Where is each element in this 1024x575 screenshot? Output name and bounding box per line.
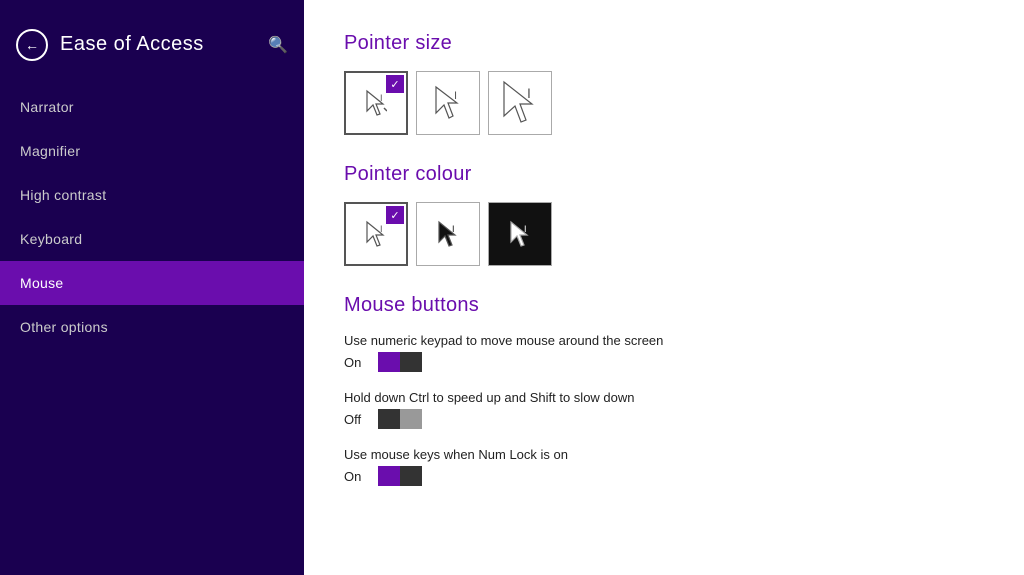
- toggle-state-ctrl-speed: Off: [344, 412, 368, 427]
- toggle-right-numeric-keypad: [400, 352, 422, 372]
- sidebar-item-mouse[interactable]: Mouse: [0, 261, 304, 305]
- pointer-colour-section: Pointer colour I I: [344, 163, 984, 266]
- toggle-track-numeric-keypad: [378, 352, 422, 372]
- sidebar: ← Ease of Access 🔍 Narrator Magnifier Hi…: [0, 0, 304, 575]
- back-icon: ←: [25, 37, 39, 53]
- pointer-size-small[interactable]: I: [344, 71, 408, 135]
- selected-colour-checkmark: [386, 206, 404, 224]
- pointer-size-large[interactable]: I: [488, 71, 552, 135]
- pointer-size-options: I I I: [344, 71, 984, 135]
- pointer-size-section: Pointer size I I: [344, 32, 984, 135]
- toggle-switch-numeric-keypad[interactable]: [378, 352, 422, 372]
- cursor-colour-black-icon: I: [417, 203, 479, 265]
- cursor-medium-icon: I: [417, 72, 479, 134]
- pointer-colour-title: Pointer colour: [344, 163, 984, 186]
- sidebar-item-high-contrast[interactable]: High contrast: [0, 173, 304, 217]
- toggle-label-num-lock: Use mouse keys when Num Lock is on: [344, 447, 984, 462]
- svg-text:I: I: [452, 224, 455, 234]
- toggle-switch-ctrl-speed[interactable]: [378, 409, 422, 429]
- toggle-label-ctrl-speed: Hold down Ctrl to speed up and Shift to …: [344, 390, 984, 405]
- pointer-colour-inverted[interactable]: I: [488, 202, 552, 266]
- sidebar-title: Ease of Access: [60, 33, 204, 56]
- toggle-track-num-lock: [378, 466, 422, 486]
- sidebar-nav: Narrator Magnifier High contrast Keyboar…: [0, 85, 304, 349]
- main-content: Pointer size I I: [304, 0, 1024, 575]
- cursor-colour-inverted-icon: I: [489, 203, 551, 265]
- svg-text:I: I: [527, 85, 531, 101]
- sidebar-item-other-options[interactable]: Other options: [0, 305, 304, 349]
- pointer-size-medium[interactable]: I: [416, 71, 480, 135]
- toggle-left-ctrl-speed: [378, 409, 400, 429]
- toggle-state-row-numeric-keypad: On: [344, 352, 984, 372]
- search-icon[interactable]: 🔍: [268, 35, 288, 55]
- toggle-state-row-num-lock: On: [344, 466, 984, 486]
- back-button[interactable]: ←: [16, 29, 48, 61]
- toggle-switch-num-lock[interactable]: [378, 466, 422, 486]
- toggle-state-row-ctrl-speed: Off: [344, 409, 984, 429]
- toggle-track-ctrl-speed: [378, 409, 422, 429]
- mouse-buttons-title: Mouse buttons: [344, 294, 984, 317]
- sidebar-item-magnifier[interactable]: Magnifier: [0, 129, 304, 173]
- toggle-state-numeric-keypad: On: [344, 355, 368, 370]
- toggle-state-num-lock: On: [344, 469, 368, 484]
- sidebar-header: ← Ease of Access 🔍: [0, 0, 304, 85]
- toggle-row-numeric-keypad: Use numeric keypad to move mouse around …: [344, 333, 984, 372]
- toggle-label-numeric-keypad: Use numeric keypad to move mouse around …: [344, 333, 984, 348]
- svg-text:I: I: [524, 224, 527, 234]
- pointer-colour-white[interactable]: I: [344, 202, 408, 266]
- toggle-right-num-lock: [400, 466, 422, 486]
- cursor-large-icon: I: [489, 72, 551, 134]
- toggle-right-ctrl-speed: [400, 409, 422, 429]
- pointer-colour-black[interactable]: I: [416, 202, 480, 266]
- svg-text:I: I: [380, 93, 383, 103]
- svg-text:I: I: [380, 224, 383, 234]
- selected-checkmark: [386, 75, 404, 93]
- toggle-left-num-lock: [378, 466, 400, 486]
- toggle-left-numeric-keypad: [378, 352, 400, 372]
- svg-text:I: I: [454, 90, 457, 102]
- pointer-colour-options: I I I: [344, 202, 984, 266]
- sidebar-item-keyboard[interactable]: Keyboard: [0, 217, 304, 261]
- mouse-buttons-section: Mouse buttons Use numeric keypad to move…: [344, 294, 984, 486]
- toggle-row-num-lock: Use mouse keys when Num Lock is on On: [344, 447, 984, 486]
- toggle-row-ctrl-speed: Hold down Ctrl to speed up and Shift to …: [344, 390, 984, 429]
- pointer-size-title: Pointer size: [344, 32, 984, 55]
- sidebar-item-narrator[interactable]: Narrator: [0, 85, 304, 129]
